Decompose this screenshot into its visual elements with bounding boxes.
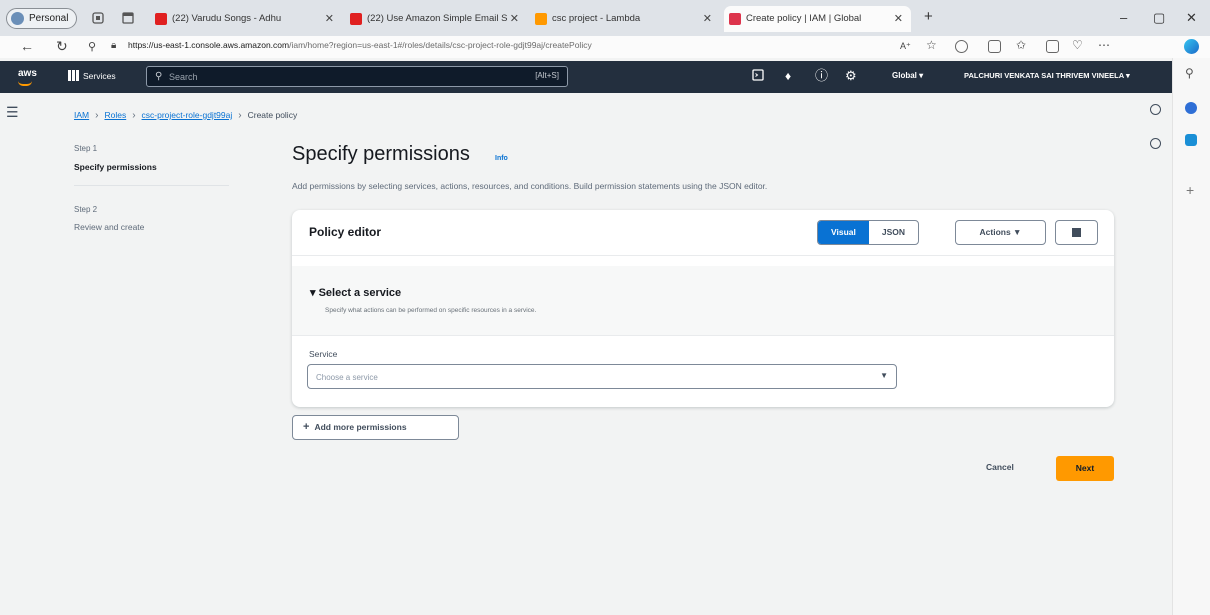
search-icon[interactable]: ⚲ <box>88 40 96 53</box>
close-tab-icon[interactable]: ✕ <box>510 6 519 32</box>
tab-create-policy[interactable]: Create policy | IAM | Global ✕ <box>724 6 911 32</box>
workspaces-icon[interactable] <box>91 11 105 25</box>
close-tab-icon[interactable]: ✕ <box>894 6 903 32</box>
console-search-input[interactable]: ⚲ Search [Alt+S] <box>146 66 568 87</box>
fullscreen-icon <box>1072 228 1081 237</box>
account-menu[interactable]: PALCHURI VENKATA SAI THRIVEM VINEELA ▾ <box>964 71 1130 80</box>
lock-icon: 🔒︎ <box>111 40 117 51</box>
close-tab-icon[interactable]: ✕ <box>325 6 334 32</box>
extension-icon[interactable] <box>955 40 968 53</box>
breadcrumb-roles[interactable]: Roles <box>104 110 126 120</box>
aws-console-nav: aws Services ⚲ Search [Alt+S] ♦ ⓘ ⚙ Glob… <box>0 61 1172 93</box>
favorites-icon[interactable]: ✩ <box>1016 38 1026 52</box>
policy-editor-header: Policy editor Visual JSON Actions ▼ <box>292 210 1114 256</box>
step-2-label: Step 2 <box>74 205 98 214</box>
region-selector[interactable]: Global ▾ <box>892 71 923 80</box>
breadcrumb: IAM › Roles › csc-project-role-gdjt99aj › Crea… <box>74 110 298 121</box>
back-arrow-icon[interactable]: ← <box>20 38 34 54</box>
fullscreen-button[interactable] <box>1055 220 1098 245</box>
copilot-icon[interactable] <box>1184 39 1199 54</box>
iam-favicon-icon <box>729 13 741 25</box>
service-label: Service <box>309 349 338 359</box>
cancel-button[interactable]: Cancel <box>986 462 1014 472</box>
favorite-star-icon[interactable]: ☆ <box>926 38 937 52</box>
select-service-toggle[interactable]: ▾ Select a service <box>310 286 401 299</box>
profile-button[interactable]: Personal <box>6 8 78 29</box>
maximize-button[interactable]: ▢ <box>1153 10 1165 26</box>
more-menu-icon[interactable]: ⋯ <box>1098 38 1110 52</box>
policy-editor-panel: Policy editor Visual JSON Actions ▼ ▾ Sel… <box>292 210 1114 407</box>
notification-panel-icon[interactable] <box>1150 138 1161 149</box>
refresh-icon[interactable]: ↻ <box>56 38 68 55</box>
services-grid-icon <box>68 70 79 81</box>
json-toggle-button[interactable]: JSON <box>869 221 918 244</box>
lambda-favicon-icon <box>535 13 547 25</box>
browser-sidebar: ⚲ + <box>1172 58 1210 615</box>
next-button[interactable]: Next <box>1056 456 1114 481</box>
step-divider <box>74 185 229 186</box>
hamburger-menu-icon[interactable]: ☰ <box>6 104 19 121</box>
tab-youtube-ses[interactable]: (22) Use Amazon Simple Email S ✕ <box>345 6 527 32</box>
step-1-title: Specify permissions <box>74 162 157 172</box>
editor-mode-toggle: Visual JSON <box>817 220 920 245</box>
step-1-label: Step 1 <box>74 144 98 153</box>
youtube-favicon-icon <box>350 13 362 25</box>
close-window-button[interactable]: ✕ <box>1186 10 1197 26</box>
actions-dropdown-button[interactable]: Actions ▼ <box>955 220 1046 245</box>
sidebar-tools-icon[interactable] <box>1185 102 1197 114</box>
info-link[interactable]: Info <box>495 155 508 162</box>
sidebar-outlook-icon[interactable] <box>1185 134 1197 146</box>
read-aloud-icon[interactable]: A⁺ <box>900 41 911 52</box>
caret-down-icon: ▼ <box>880 371 888 380</box>
page-description: Add permissions by selecting services, a… <box>292 181 768 191</box>
profile-avatar <box>11 12 24 25</box>
select-service-section: ▾ Select a service Specify what actions … <box>292 266 1114 336</box>
sidebar-add-icon[interactable]: + <box>1186 182 1194 198</box>
close-tab-icon[interactable]: ✕ <box>703 6 712 32</box>
service-select[interactable]: Choose a service ▼ <box>307 364 897 389</box>
plus-icon: + <box>303 421 310 433</box>
visual-toggle-button[interactable]: Visual <box>818 221 869 244</box>
breadcrumb-iam[interactable]: IAM <box>74 110 89 120</box>
tab-actions-icon[interactable] <box>121 11 135 25</box>
cloudshell-icon[interactable] <box>752 69 764 83</box>
tab-lambda[interactable]: csc project - Lambda ✕ <box>530 6 720 32</box>
minimize-button[interactable]: – <box>1120 10 1127 25</box>
info-panel-icon[interactable] <box>1150 104 1161 115</box>
url-field[interactable]: https://us-east-1.console.aws.amazon.com… <box>128 40 592 50</box>
new-tab-button[interactable]: + <box>924 8 933 25</box>
collections-icon[interactable] <box>1046 40 1059 53</box>
page-title: Specify permissions <box>292 143 470 165</box>
breadcrumb-role[interactable]: csc-project-role-gdjt99aj <box>142 110 233 120</box>
youtube-favicon-icon <box>155 13 167 25</box>
split-screen-icon[interactable] <box>988 40 1001 53</box>
step-2-title: Review and create <box>74 222 145 232</box>
sidebar-search-icon[interactable]: ⚲ <box>1185 66 1194 80</box>
browser-tab-strip: Personal (22) Varudu Songs - Adhu ✕ (22)… <box>0 0 1210 36</box>
settings-gear-icon[interactable]: ⚙ <box>845 69 857 82</box>
address-bar-row: ← ↻ ⚲ 🔒︎ https://us-east-1.console.aws.a… <box>0 36 1210 58</box>
search-icon: ⚲ <box>155 71 163 82</box>
services-menu[interactable]: Services <box>68 70 116 81</box>
add-more-permissions-button[interactable]: + Add more permissions <box>292 415 459 440</box>
help-icon[interactable]: ⓘ <box>815 69 828 82</box>
notifications-bell-icon[interactable]: ♦ <box>785 70 791 82</box>
select-service-description: Specify what actions can be performed on… <box>325 307 537 314</box>
tab-youtube-songs[interactable]: (22) Varudu Songs - Adhu ✕ <box>150 6 342 32</box>
breadcrumb-current: Create policy <box>247 110 298 120</box>
performance-icon[interactable]: ♡ <box>1072 38 1083 52</box>
policy-editor-title: Policy editor <box>309 225 382 239</box>
aws-logo[interactable]: aws <box>18 68 37 86</box>
